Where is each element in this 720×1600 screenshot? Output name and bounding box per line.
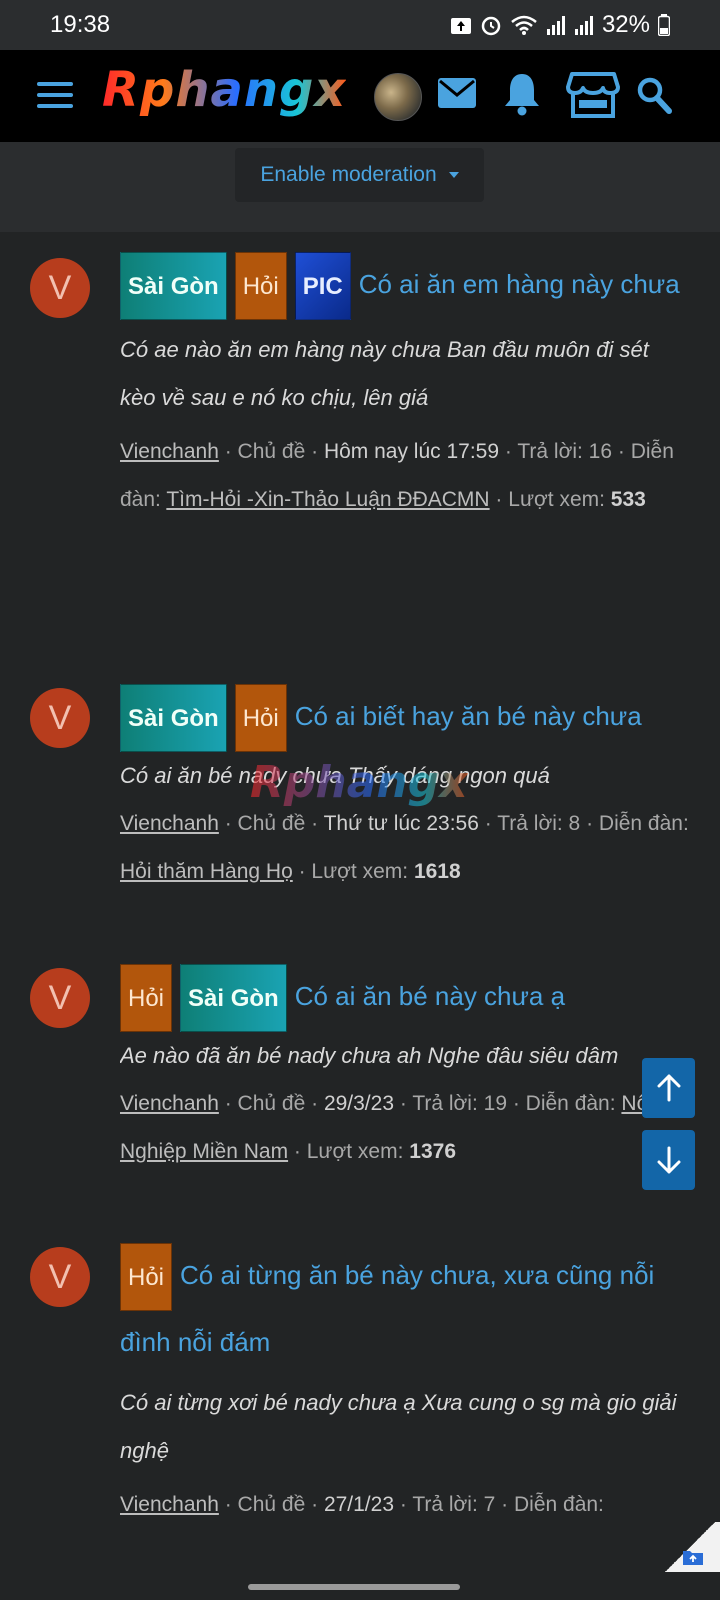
- user-avatar[interactable]: V: [30, 968, 90, 1028]
- thread-title-link[interactable]: Có ai ăn bé này chưa ạ: [295, 981, 565, 1011]
- author-link[interactable]: Vienchanh: [120, 1493, 219, 1516]
- thread-title-line: Hỏi Có ai từng ăn bé này chưa, xưa cũng n…: [120, 1243, 690, 1373]
- thread-type: Chủ đề: [237, 1493, 306, 1516]
- tag-hoi[interactable]: Hỏi: [234, 252, 287, 320]
- mail-icon[interactable]: [437, 77, 477, 109]
- site-logo[interactable]: Rphangx: [102, 62, 346, 118]
- view-count: 533: [610, 488, 646, 511]
- tag-hoi[interactable]: Hỏi: [120, 964, 173, 1032]
- enable-moderation-label: Enable moderation: [260, 163, 437, 186]
- tag-sai-gon[interactable]: Sài Gòn: [180, 964, 287, 1032]
- thread-title-line: Hỏi Sài Gòn Có ai ăn bé này chưa ạ: [120, 964, 690, 1032]
- views-label: Lượt xem:: [311, 860, 409, 883]
- arrow-down-icon: [657, 1146, 680, 1174]
- thread-list: V Sài Gòn Hỏi PIC Có ai ăn em hàng này chưa…: [0, 232, 720, 1572]
- battery-icon: [658, 14, 670, 36]
- watermark-logo: Rphangx: [250, 757, 468, 808]
- scroll-up-button[interactable]: [642, 1058, 695, 1118]
- battery-level: 32%: [601, 11, 650, 38]
- wifi-icon: [511, 15, 537, 35]
- thread-date: 27/1/23: [323, 1493, 395, 1516]
- avatar-letter: V: [48, 978, 72, 1017]
- thread-snippet: Có ai từng xơi bé nady chưa ạ Xưa cung o…: [120, 1390, 677, 1463]
- forum-link[interactable]: Hỏi thăm Hàng Họ: [120, 860, 293, 883]
- thread-title-link[interactable]: Có ai biết hay ăn bé này chưa: [295, 701, 642, 731]
- thread-type: Chủ đề: [237, 440, 306, 463]
- thread-title-link[interactable]: Có ai từng ăn bé này chưa, xưa cũng nỗi …: [120, 1260, 654, 1357]
- menu-icon[interactable]: [37, 80, 73, 110]
- user-avatar[interactable]: V: [30, 258, 90, 318]
- tag-sai-gon[interactable]: Sài Gòn: [120, 252, 227, 320]
- signal-icon-2: [574, 16, 593, 35]
- tag-hoi[interactable]: Hỏi: [234, 684, 287, 752]
- upload-notification-icon: [450, 18, 471, 34]
- home-gesture-pill[interactable]: [248, 1584, 460, 1590]
- thread-snippet: Có ae nào ăn em hàng này chưa Ban đầu mu…: [120, 337, 649, 410]
- views-label: Lượt xem:: [508, 488, 605, 511]
- folder-corner-badge[interactable]: [660, 1522, 720, 1572]
- author-link[interactable]: Vienchanh: [120, 812, 219, 835]
- author-link[interactable]: Vienchanh: [120, 1092, 219, 1115]
- avatar-letter: V: [48, 1257, 72, 1296]
- scroll-down-button[interactable]: [642, 1130, 695, 1190]
- reply-count: Trả lời: 16: [517, 440, 613, 463]
- tag-pic[interactable]: PIC: [294, 252, 351, 320]
- tag-hoi[interactable]: Hỏi: [120, 1243, 173, 1311]
- thread-title-link[interactable]: Có ai ăn em hàng này chưa: [359, 269, 680, 299]
- view-count: 1618: [413, 860, 461, 883]
- thread-date: Hôm nay lúc 17:59: [323, 440, 500, 463]
- thread-title-line: Sài Gòn Hỏi Có ai biết hay ăn bé này chưa: [120, 684, 690, 752]
- search-icon[interactable]: [636, 76, 672, 114]
- store-icon[interactable]: [566, 71, 620, 119]
- reply-count: Trả lời: 7: [412, 1493, 496, 1516]
- view-count: 1376: [409, 1140, 456, 1163]
- user-avatar[interactable]: V: [30, 1247, 90, 1307]
- author-link[interactable]: Vienchanh: [120, 440, 219, 463]
- avatar-letter: V: [48, 698, 72, 737]
- forum-label: Diễn đàn:: [525, 1092, 616, 1115]
- thread-date: Thứ tư lúc 23:56: [323, 812, 479, 835]
- status-time: 19:38: [50, 11, 111, 38]
- status-icons: 32%: [450, 11, 670, 39]
- thread-type: Chủ đề: [237, 1092, 306, 1115]
- enable-moderation-button[interactable]: Enable moderation: [235, 148, 484, 202]
- caret-down-icon: [448, 172, 459, 178]
- thread-meta: Vienchanh · Chủ đề · Thứ tư lúc 23:56 · …: [120, 812, 689, 883]
- arrow-up-icon: [657, 1074, 680, 1102]
- moderation-bar: Enable moderation: [0, 142, 720, 232]
- folder-icon: [683, 1551, 703, 1565]
- signal-icon-1: [546, 16, 565, 35]
- thread-meta: Vienchanh · Chủ đề · 27/1/23 · Trả lời: …: [120, 1493, 604, 1516]
- forum-label: Diễn đàn:: [598, 812, 689, 835]
- alarm-icon: [481, 16, 501, 36]
- thread-title-line: Sài Gòn Hỏi PIC Có ai ăn em hàng này chưa: [120, 252, 690, 320]
- forum-label: Diễn đàn:: [514, 1493, 604, 1516]
- avatar-letter: V: [48, 268, 72, 307]
- avatar[interactable]: [374, 73, 422, 121]
- reply-count: Trả lời: 19: [412, 1092, 507, 1115]
- bell-icon[interactable]: [503, 72, 541, 116]
- status-bar: 19:38 32%: [0, 0, 720, 50]
- user-avatar[interactable]: V: [30, 688, 90, 748]
- tag-sai-gon[interactable]: Sài Gòn: [120, 684, 227, 752]
- reply-count: Trả lời: 8: [497, 812, 581, 835]
- views-label: Lượt xem:: [306, 1140, 404, 1163]
- forum-link[interactable]: Tìm-Hỏi -Xin-Thảo Luận ĐĐACMN: [166, 488, 489, 511]
- site-header: Rphangx: [0, 50, 720, 142]
- system-nav-bar: [0, 1572, 720, 1600]
- thread-type: Chủ đề: [237, 812, 306, 835]
- thread-meta: Vienchanh · Chủ đề · 29/3/23 · Trả lời: …: [120, 1080, 690, 1176]
- thread-snippet: Ae nào đã ăn bé nady chưa ah Nghe đâu si…: [120, 1043, 619, 1068]
- thread-meta: Vienchanh · Chủ đề · Hôm nay lúc 17:59 ·…: [120, 440, 674, 511]
- thread-date: 29/3/23: [323, 1092, 395, 1115]
